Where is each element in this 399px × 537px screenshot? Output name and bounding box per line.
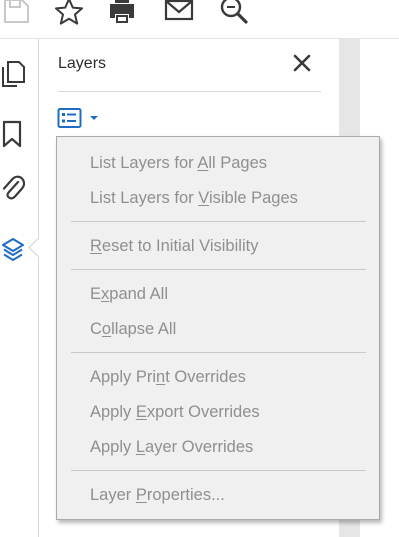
save-icon[interactable]	[0, 0, 32, 28]
pages-icon[interactable]	[0, 59, 26, 89]
layers-options-menu: List Layers for All Pages List Layers fo…	[56, 136, 380, 520]
mail-icon[interactable]	[163, 0, 195, 28]
menu-item-expand-all[interactable]: Expand All	[90, 282, 168, 306]
menu-item-list-all-pages[interactable]: List Layers for All Pages	[90, 151, 267, 175]
menu-separator	[71, 269, 366, 270]
panel-divider	[58, 91, 321, 92]
caret-down-icon	[90, 116, 98, 120]
top-toolbar	[0, 0, 399, 39]
menu-item-list-visible-pages[interactable]: List Layers for Visible Pages	[90, 186, 298, 210]
menu-separator	[71, 352, 366, 353]
search-zoom-icon[interactable]	[218, 0, 250, 28]
panel-title: Layers	[58, 55, 107, 72]
bookmark-icon[interactable]	[0, 119, 26, 149]
menu-item-collapse-all[interactable]: Collapse All	[90, 317, 176, 341]
layers-icon[interactable]	[0, 235, 26, 265]
options-menu-icon	[57, 108, 82, 128]
acrobat-window: Layers List Layers for All Pages List La…	[0, 0, 399, 537]
menu-item-reset-visibility[interactable]: Reset to Initial Visibility	[90, 234, 258, 258]
navigation-rail	[0, 39, 39, 537]
close-icon[interactable]	[291, 52, 313, 74]
print-icon[interactable]	[106, 0, 138, 28]
menu-separator	[71, 470, 366, 471]
menu-item-apply-export-overrides[interactable]: Apply Export Overrides	[90, 400, 260, 424]
star-icon[interactable]	[53, 0, 85, 28]
attachment-icon[interactable]	[0, 173, 26, 203]
menu-item-apply-print-overrides[interactable]: Apply Print Overrides	[90, 365, 246, 389]
options-menu-button[interactable]	[57, 105, 103, 131]
menu-item-apply-layer-overrides[interactable]: Apply Layer Overrides	[90, 435, 253, 459]
menu-item-layer-properties[interactable]: Layer Properties...	[90, 483, 225, 507]
menu-separator	[71, 221, 366, 222]
